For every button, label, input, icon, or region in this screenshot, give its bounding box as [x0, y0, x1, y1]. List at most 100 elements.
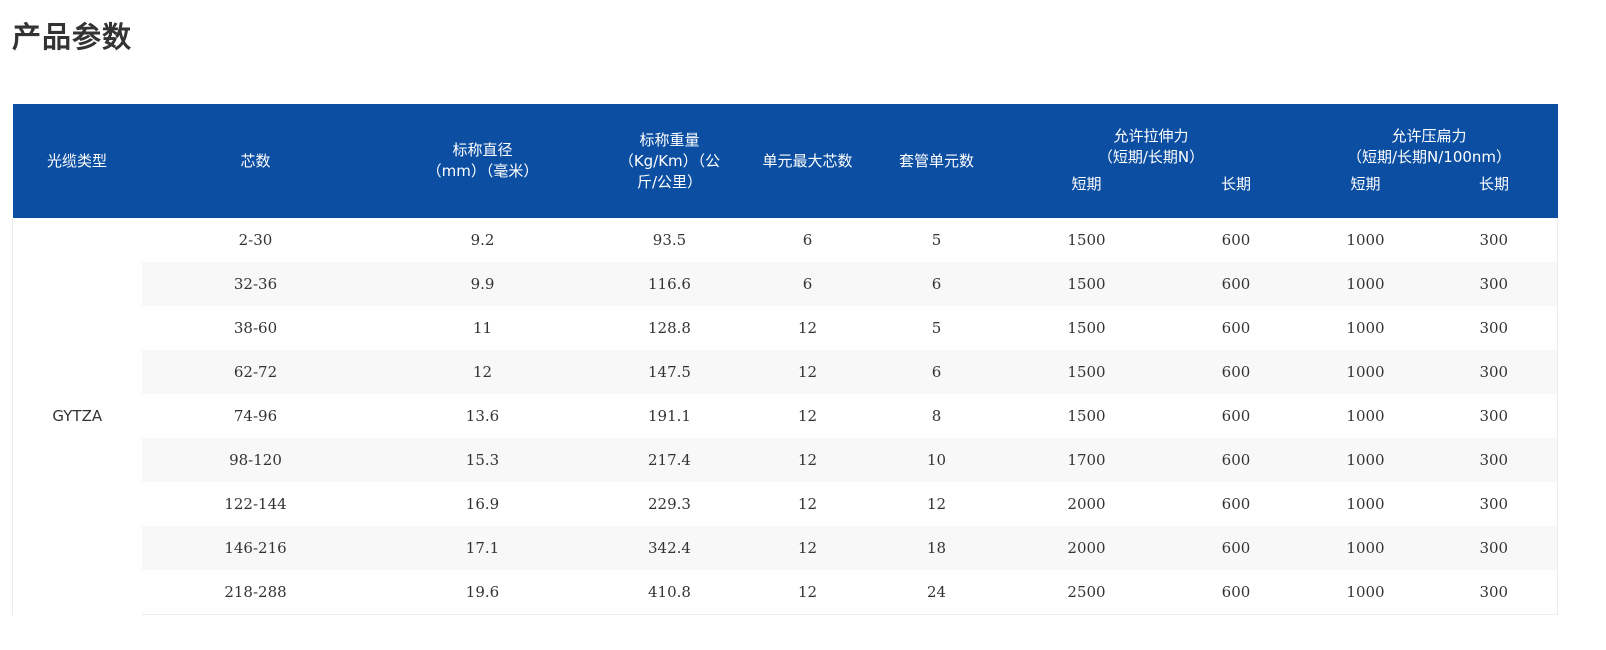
cell-tube-units: 6: [871, 262, 1002, 306]
cell-tube-units: 8: [931, 407, 942, 425]
cell-tensile-long: 600: [1171, 526, 1301, 570]
header-unit-max-cores: 单元最大芯数: [743, 104, 872, 218]
cell-crush-short: 1000: [1300, 438, 1431, 482]
cell-tube-units: 24: [871, 570, 1002, 615]
header-weight-line-3: 斤/公里）: [636, 172, 703, 191]
cell-weight: 217.4: [595, 438, 744, 482]
cell-diameter: 11: [472, 319, 493, 337]
cell-crush-long: 300: [1430, 262, 1559, 306]
cell-unit-max-cores: 6: [743, 262, 872, 306]
cell-tensile-short: 1500: [1001, 262, 1172, 306]
cell-core-count: 122-144: [224, 495, 287, 513]
cell-core-count: 74-96: [233, 407, 278, 425]
table-row: 74-96 13.6 191.1 12 8 1500 600 1000 300: [13, 394, 1559, 438]
cell-unit-max-cores: 6: [802, 231, 813, 249]
cell-crush-short: 1000: [1346, 407, 1385, 425]
table-row: 38-60 11 128.8 12 5 1500 600 1000 300: [13, 306, 1559, 350]
table-row: 32-36 9.9 116.6 6 6 1500 600 1000 300: [13, 262, 1559, 306]
cell-tube-units: 18: [871, 526, 1002, 570]
cell-weight: 410.8: [595, 570, 744, 615]
header-diameter-line-1: 标称直径: [452, 141, 513, 159]
header-core-count: 芯数: [141, 104, 370, 218]
header-weight-line-2: （Kg/Km）（公: [618, 151, 721, 170]
header-diameter-line-2: （mm）（毫米）: [426, 162, 539, 180]
cell-tensile-short: 2000: [1067, 495, 1106, 513]
cell-crush-short: 1000: [1346, 231, 1385, 249]
cell-crush-short: 1000: [1300, 350, 1431, 394]
cell-diameter: 13.6: [465, 407, 500, 425]
cell-crush-long: 300: [1430, 218, 1559, 262]
cell-cable-type: GYTZA: [12, 218, 142, 615]
cell-core-count: 146-216: [141, 526, 370, 570]
header-tensile-long: 长期: [1171, 172, 1301, 218]
header-crush-line-2: （短期/长期N/100nm）: [1346, 148, 1512, 166]
cell-diameter: 9.9: [369, 262, 596, 306]
cell-diameter: 19.6: [369, 570, 596, 615]
header-tensile-line-1: 允许拉伸力: [1113, 127, 1189, 145]
cell-tensile-short: 2500: [1001, 570, 1172, 615]
header-tube-units: 套管单元数: [871, 104, 1002, 218]
cell-core-count: 62-72: [141, 350, 370, 394]
header-crush-group: 允许压扁力 （短期/长期N/100nm）: [1300, 104, 1558, 172]
cell-weight: 128.8: [648, 319, 691, 337]
header-cable-type: 光缆类型: [12, 104, 142, 218]
header-tensile-short: 短期: [1001, 172, 1172, 218]
table-row: 62-72 12 147.5 12 6 1500 600 1000 300: [13, 350, 1559, 394]
cell-unit-max-cores: 12: [797, 407, 818, 425]
cell-unit-max-cores: 12: [797, 495, 818, 513]
cell-tube-units: 5: [931, 231, 942, 249]
cell-unit-max-cores: 12: [743, 570, 872, 615]
cell-tensile-long: 600: [1171, 350, 1301, 394]
header-crush-long: 长期: [1430, 172, 1558, 218]
cell-tensile-short: 2000: [1001, 526, 1172, 570]
cell-crush-long: 300: [1430, 482, 1559, 526]
cell-core-count: 2-30: [238, 231, 273, 249]
header-crush-line-1: 允许压扁力: [1391, 127, 1467, 145]
cell-unit-max-cores: 12: [797, 319, 818, 337]
cell-diameter: 12: [369, 350, 596, 394]
cell-crush-short: 1000: [1300, 570, 1431, 615]
cell-crush-short: 1000: [1346, 495, 1385, 513]
cell-crush-short: 1000: [1300, 262, 1431, 306]
cell-crush-short: 1000: [1346, 319, 1385, 337]
cell-crush-long: 300: [1430, 526, 1559, 570]
cell-tensile-long: 600: [1171, 438, 1301, 482]
cell-weight: 342.4: [595, 526, 744, 570]
table-row: 146-216 17.1 342.4 12 18 2000 600 1000 300: [13, 526, 1559, 570]
cell-core-count: 218-288: [141, 570, 370, 615]
table-row: 98-120 15.3 217.4 12 10 1700 600 1000 300: [13, 438, 1559, 482]
header-tensile-group: 允许拉伸力 （短期/长期N）: [1001, 104, 1301, 172]
cell-unit-max-cores: 12: [743, 526, 872, 570]
cell-crush-short: 1000: [1300, 526, 1431, 570]
cell-core-count: 38-60: [233, 319, 278, 337]
cell-tube-units: 6: [871, 350, 1002, 394]
cell-tube-units: 5: [931, 319, 942, 337]
cell-tensile-short: 1500: [1067, 319, 1106, 337]
cell-tensile-short: 1500: [1067, 407, 1106, 425]
cell-tensile-long: 600: [1171, 570, 1301, 615]
cell-tube-units: 10: [871, 438, 1002, 482]
cell-tensile-short: 1700: [1001, 438, 1172, 482]
table-row: 122-144 16.9 229.3 12 12 2000 600 1000 300: [13, 482, 1559, 526]
cell-tensile-long: 600: [1221, 319, 1251, 337]
header-diameter: 标称直径 （mm）（毫米）: [369, 104, 596, 218]
cell-unit-max-cores: 12: [743, 438, 872, 482]
cell-diameter: 16.9: [465, 495, 500, 513]
page-title: 产品参数: [12, 20, 133, 54]
cell-tensile-long: 600: [1221, 231, 1251, 249]
cell-diameter: 17.1: [369, 526, 596, 570]
product-spec-table: 光缆类型 芯数 标称直径 （mm）（毫米） 标称重量 （Kg/Km）（公 斤/公…: [12, 104, 1559, 615]
cell-tensile-long: 600: [1221, 407, 1251, 425]
cell-tensile-long: 600: [1221, 495, 1251, 513]
header-weight-line-1: 标称重量: [639, 130, 700, 149]
cell-weight: 116.6: [595, 262, 744, 306]
cell-core-count: 98-120: [141, 438, 370, 482]
cell-core-count: 32-36: [141, 262, 370, 306]
cell-weight: 229.3: [648, 495, 691, 513]
cell-crush-long: 300: [1430, 438, 1559, 482]
cell-unit-max-cores: 12: [743, 350, 872, 394]
cell-diameter: 15.3: [369, 438, 596, 482]
header-tensile-line-2: （短期/长期N）: [1097, 148, 1205, 166]
cell-weight: 191.1: [648, 407, 691, 425]
cell-crush-long: 300: [1430, 350, 1559, 394]
